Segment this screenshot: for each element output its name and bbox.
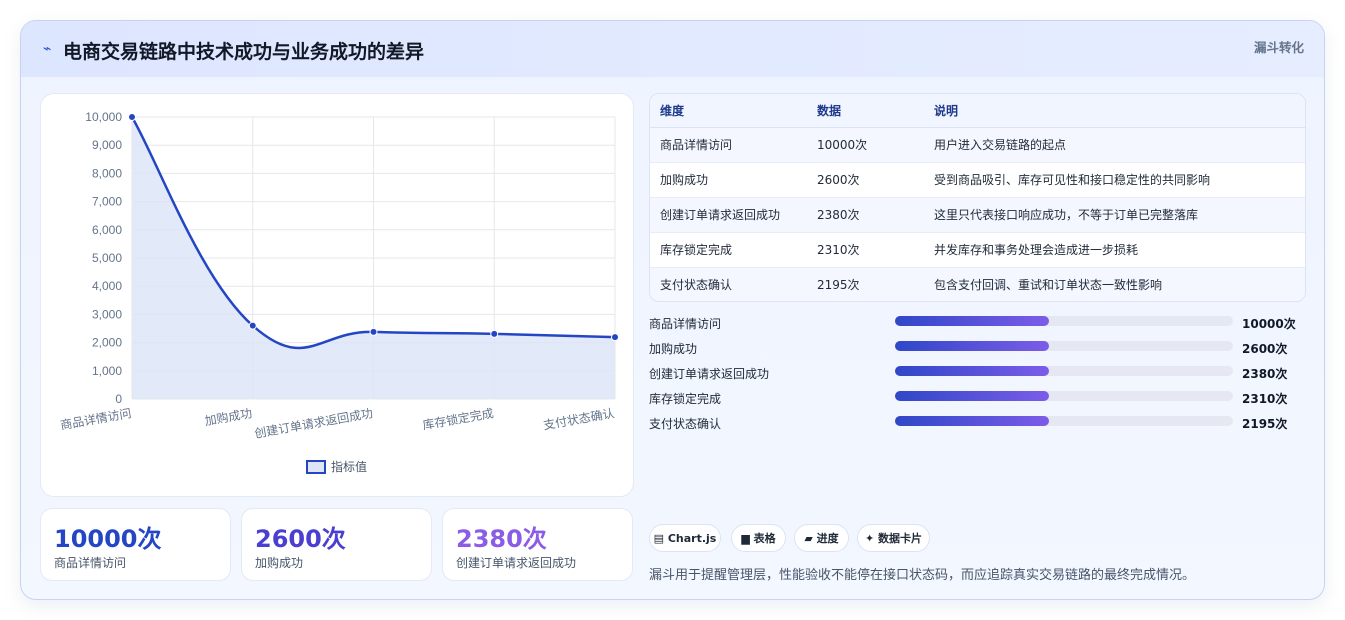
table-header-data: 数据 <box>807 94 924 128</box>
table-cell: 包含支付回调、重试和订单状态一致性影响 <box>924 267 1305 301</box>
progress-fill <box>895 391 1049 401</box>
table-header-dimension: 维度 <box>650 94 807 128</box>
pill-table[interactable]: ▆ 表格 <box>731 524 786 552</box>
x-tick-label: 创建订单请求返回成功 <box>253 406 374 441</box>
pill-progress[interactable]: ▰ 进度 <box>794 524 849 552</box>
table-row: 加购成功 2600次 受到商品吸引、库存可见性和接口稳定性的共同影响 <box>650 162 1305 198</box>
y-tick-label: 7,000 <box>92 195 122 209</box>
progress-label: 创建订单请求返回成功 <box>649 367 770 381</box>
card-header: ⌁ 电商交易链路中技术成功与业务成功的差异 漏斗转化 <box>21 21 1324 77</box>
progress-track <box>895 391 1233 401</box>
progress-row: 库存锁定完成 2310次 <box>649 388 1309 413</box>
progress-row: 商品详情访问 10000次 <box>649 313 1309 338</box>
chart-line-icon: ⌁ <box>43 41 52 57</box>
progress-list: 商品详情访问 10000次 加购成功 2600次 创建订单请求返回成功 2380… <box>649 313 1309 438</box>
y-tick-label: 6,000 <box>92 223 122 237</box>
table-cell: 加购成功 <box>650 162 807 198</box>
y-tick-label: 9,000 <box>92 138 122 152</box>
progress-row: 加购成功 2600次 <box>649 338 1309 363</box>
pill-chartjs[interactable]: ▤ Chart.js <box>649 524 721 552</box>
line-chart: 0 1,000 2,000 3,000 4,000 5,000 6,000 7,000 8,00… <box>40 93 634 497</box>
line-chart-svg: 0 1,000 2,000 3,000 4,000 5,000 6,000 7,000 8,00… <box>59 110 619 474</box>
table-cell: 用户进入交易链路的起点 <box>924 127 1305 163</box>
table-cell: 2195次 <box>807 267 924 301</box>
kpi-value: 10000次 <box>54 525 162 553</box>
y-tick-label: 10,000 <box>85 110 122 124</box>
kpi-card-add-to-cart: 2600次 加购成功 <box>241 508 432 581</box>
progress-fill <box>895 366 1049 376</box>
table-cell: 并发库存和事务处理会造成进一步损耗 <box>924 232 1305 268</box>
table-cell: 2310次 <box>807 232 924 268</box>
progress-track <box>895 366 1233 376</box>
progress-fill <box>895 416 1049 426</box>
y-tick-label: 0 <box>115 392 122 406</box>
progress-track <box>895 416 1233 426</box>
y-tick-label: 5,000 <box>92 251 122 265</box>
data-point <box>248 321 257 330</box>
progress-value: 2600次 <box>1242 342 1288 356</box>
y-tick-label: 4,000 <box>92 279 122 293</box>
progress-row: 创建订单请求返回成功 2380次 <box>649 363 1309 388</box>
table-row: 库存锁定完成 2310次 并发库存和事务处理会造成进一步损耗 <box>650 232 1305 268</box>
data-point <box>490 329 499 338</box>
footer-note: 漏斗用于提醒管理层，性能验收不能停在接口状态码，而应追踪真实交易链路的最终完成情… <box>649 568 1196 583</box>
table-cell: 支付状态确认 <box>650 267 807 301</box>
progress-fill <box>895 341 1049 351</box>
progress-label: 支付状态确认 <box>649 417 722 431</box>
kpi-label: 商品详情访问 <box>54 556 127 570</box>
progress-value: 2195次 <box>1242 417 1288 431</box>
progress-track <box>895 341 1233 351</box>
table-cell: 商品详情访问 <box>650 127 807 163</box>
table-cell: 受到商品吸引、库存可见性和接口稳定性的共同影响 <box>924 162 1305 198</box>
table-cell: 创建订单请求返回成功 <box>650 197 807 233</box>
legend-swatch <box>306 460 326 474</box>
y-tick-label: 8,000 <box>92 166 122 180</box>
progress-row: 支付状态确认 2195次 <box>649 413 1309 438</box>
y-tick-label: 2,000 <box>92 336 122 350</box>
x-tick-label: 商品详情访问 <box>59 405 133 432</box>
table-row: 创建订单请求返回成功 2380次 这里只代表接口响应成功，不等于订单已完整落库 <box>650 197 1305 233</box>
progress-fill <box>895 316 1049 326</box>
kpi-label: 加购成功 <box>255 556 304 570</box>
kpi-card-visits: 10000次 商品详情访问 <box>40 508 231 581</box>
dashboard-card: ⌁ 电商交易链路中技术成功与业务成功的差异 漏斗转化 0 1,000 2,000 3,… <box>20 20 1325 600</box>
data-point <box>128 113 136 121</box>
table-row: 商品详情访问 10000次 用户进入交易链路的起点 <box>650 127 1305 163</box>
progress-label: 加购成功 <box>649 342 698 356</box>
data-point <box>369 327 378 336</box>
table-header-description: 说明 <box>924 94 1305 128</box>
progress-value: 2380次 <box>1242 367 1288 381</box>
pill-data-card[interactable]: ✦ 数据卡片 <box>857 524 930 552</box>
x-tick-label: 加购成功 <box>203 405 253 428</box>
data-point <box>611 333 619 342</box>
table-row: 支付状态确认 2195次 包含支付回调、重试和订单状态一致性影响 <box>650 267 1305 301</box>
x-tick-label: 支付状态确认 <box>542 406 615 432</box>
y-tick-label: 1,000 <box>92 364 122 378</box>
kpi-value: 2600次 <box>255 525 346 553</box>
y-tick-label: 3,000 <box>92 307 122 321</box>
chart-type-tag: 漏斗转化 <box>1253 40 1304 55</box>
progress-value: 2310次 <box>1242 392 1288 406</box>
table-cell: 10000次 <box>807 127 924 163</box>
progress-value: 10000次 <box>1242 317 1296 331</box>
table-cell: 库存锁定完成 <box>650 232 807 268</box>
kpi-label: 创建订单请求返回成功 <box>456 556 577 570</box>
kpi-card-create-order: 2380次 创建订单请求返回成功 <box>442 508 633 581</box>
x-tick-label: 库存锁定完成 <box>421 405 495 432</box>
progress-track <box>895 316 1233 326</box>
kpi-value: 2380次 <box>456 525 547 553</box>
legend-label: 指标值 <box>331 459 367 474</box>
progress-label: 库存锁定完成 <box>649 392 722 406</box>
table-cell: 这里只代表接口响应成功，不等于订单已完整落库 <box>924 197 1305 233</box>
table-cell: 2600次 <box>807 162 924 198</box>
table-cell: 2380次 <box>807 197 924 233</box>
progress-label: 商品详情访问 <box>649 317 722 331</box>
page-title: 电商交易链路中技术成功与业务成功的差异 <box>63 41 425 63</box>
data-table: 维度 数据 说明 商品详情访问 10000次 用户进入交易链路的起点 加购成功 … <box>649 93 1306 302</box>
